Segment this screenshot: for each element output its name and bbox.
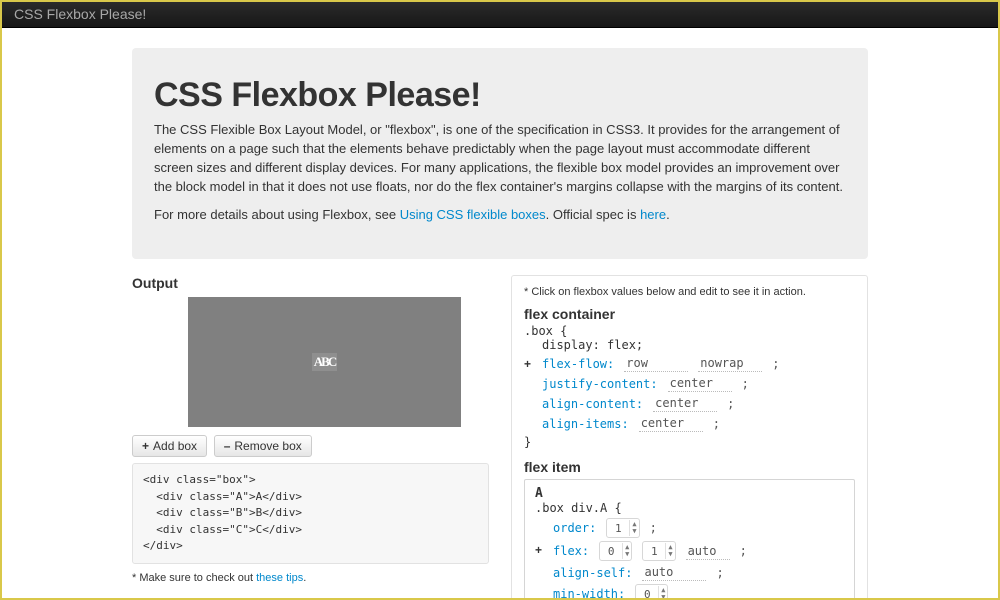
output-heading: Output [132,275,489,291]
topbar: CSS Flexbox Please! [2,2,998,28]
topbar-title: CSS Flexbox Please! [14,6,146,22]
plus-icon[interactable]: + [535,543,542,557]
container-heading: flex container [524,306,855,322]
preview-chips: ABC [312,353,337,371]
plus-icon[interactable]: + [524,357,531,371]
key-flex: flex: [553,544,589,558]
add-box-button[interactable]: +Add box [132,435,207,457]
key-min-width: min-width: [553,587,625,600]
spin-arrows-icon[interactable]: ▲▼ [629,520,638,536]
key-order: order: [553,521,596,535]
key-align-self: align-self: [553,566,632,580]
code-output: <div class="box"> <div class="A">A</div>… [132,463,489,564]
prop-order: order: 1▲▼ ; [535,518,844,538]
remove-box-button[interactable]: –Remove box [214,435,312,457]
val-flex-flow-1[interactable]: row [624,355,688,372]
prop-flex-flow: + flex-flow: row nowrap ; [524,355,855,372]
panel-note: * Click on flexbox values below and edit… [524,286,855,298]
selector-close: } [524,435,855,449]
val-flex-basis[interactable]: auto [686,543,730,560]
output-column: Output ABC +Add box –Remove box <div cla… [132,275,489,600]
minus-icon: – [224,439,231,453]
flex-grow-spinbox[interactable]: 0▲▼ [599,541,632,561]
prop-flex: + flex: 0▲▼ 1▲▼ auto ; [535,541,844,561]
display-line: display: flex; [524,338,855,352]
link-these-tips[interactable]: these tips [256,572,303,584]
prop-min-width: min-width: 0▲▼ [535,584,844,600]
key-align-content: align-content: [542,397,643,411]
properties-column: * Click on flexbox values below and edit… [511,275,868,600]
prop-align-self: align-self: auto ; [535,564,844,581]
flex-item-a: A .box div.A { order: 1▲▼ ; + flex: 0▲▼ … [524,479,855,600]
hint: * Make sure to check out these tips. [132,572,489,584]
spin-arrows-icon[interactable]: ▲▼ [622,543,631,559]
hero-title: CSS Flexbox Please! [154,76,846,115]
flex-shrink-spinbox[interactable]: 1▲▼ [642,541,675,561]
hero-p1: The CSS Flexible Box Layout Model, or "f… [154,121,846,196]
plus-icon: + [142,439,149,453]
prop-justify-content: justify-content: center ; [524,375,855,392]
spin-arrows-icon[interactable]: ▲▼ [665,543,674,559]
selector-open: .box { [524,324,855,338]
val-flex-flow-2[interactable]: nowrap [698,355,762,372]
hero: CSS Flexbox Please! The CSS Flexible Box… [132,48,868,259]
link-spec-here[interactable]: here [640,207,666,222]
hero-p2: For more details about using Flexbox, se… [154,206,846,225]
preview-box: ABC [188,297,461,427]
link-using-css-flexible-boxes[interactable]: Using CSS flexible boxes [400,207,546,222]
key-align-items: align-items: [542,417,629,431]
order-spinbox[interactable]: 1▲▼ [606,518,639,538]
properties-panel: * Click on flexbox values below and edit… [511,275,868,600]
val-align-items[interactable]: center [639,415,703,432]
spin-arrows-icon[interactable]: ▲▼ [658,586,667,600]
val-justify-content[interactable]: center [668,375,732,392]
val-align-self[interactable]: auto [642,564,706,581]
item-tab[interactable]: A [535,486,844,501]
min-width-spinbox[interactable]: 0▲▼ [635,584,668,600]
val-align-content[interactable]: center [653,395,717,412]
key-flex-flow: flex-flow: [542,357,614,371]
prop-align-items: align-items: center ; [524,415,855,432]
item-heading: flex item [524,459,855,475]
key-justify-content: justify-content: [542,377,658,391]
prop-align-content: align-content: center ; [524,395,855,412]
item-selector: .box div.A { [535,501,844,515]
